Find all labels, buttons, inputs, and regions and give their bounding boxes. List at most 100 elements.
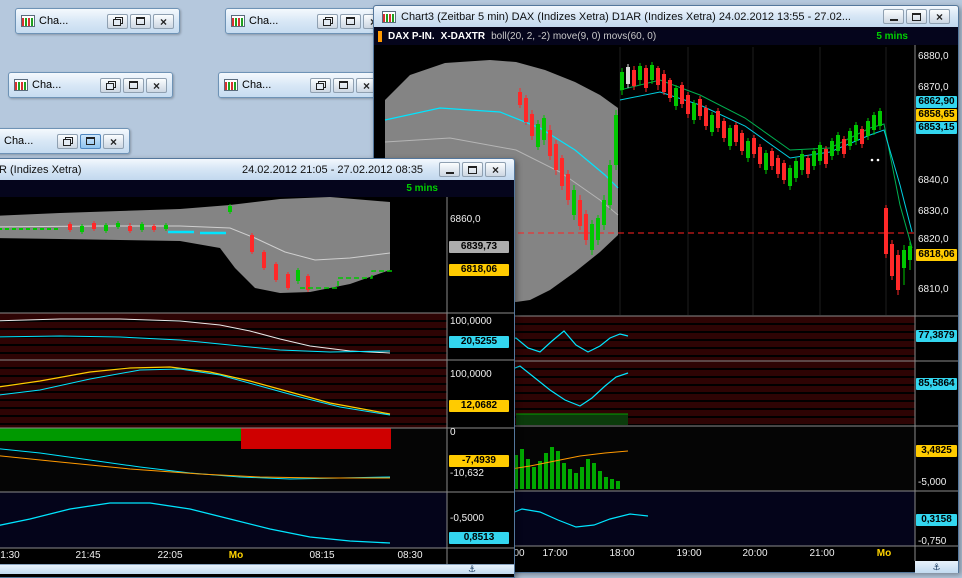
price-tick: 6870,0 xyxy=(918,81,949,94)
minimized-window[interactable]: Cha... xyxy=(225,8,390,34)
restore-icon xyxy=(63,137,73,146)
maximize-button[interactable] xyxy=(130,14,151,29)
window-controls xyxy=(57,134,124,149)
close-icon xyxy=(363,78,370,93)
restore-button[interactable] xyxy=(317,14,338,29)
scale-anchor-button[interactable] xyxy=(915,561,958,573)
maximize-button[interactable] xyxy=(340,14,361,29)
last-price-label: 6818,06 xyxy=(916,249,957,261)
titlebar[interactable]: Chart3 (Zeitbar 5 min) DAX (Indizes Xetr… xyxy=(374,6,958,27)
maximize-icon xyxy=(129,81,138,89)
maximize-button[interactable] xyxy=(906,9,927,24)
close-button[interactable] xyxy=(146,78,167,93)
time-label: Mo xyxy=(229,549,243,562)
indicator-value-label: 0,8513 xyxy=(449,532,509,544)
close-button[interactable] xyxy=(153,14,174,29)
series-marker-icon xyxy=(378,31,382,42)
indicator-value-label: 20,5255 xyxy=(449,336,509,348)
time-label: 20:00 xyxy=(742,547,767,560)
time-label: 21:45 xyxy=(75,549,100,562)
maximize-icon xyxy=(339,81,348,89)
maximize-button[interactable] xyxy=(462,162,483,177)
window-controls xyxy=(100,78,167,93)
maximize-button[interactable] xyxy=(80,134,101,149)
scale-tick: 100,0000 xyxy=(450,315,492,328)
scale-tick: -5,000 xyxy=(918,476,946,489)
scale-tick: -0,750 xyxy=(918,535,946,548)
window-controls xyxy=(439,162,506,177)
restore-icon xyxy=(323,17,333,26)
anchor-icon xyxy=(932,563,940,572)
chart-window-icon xyxy=(382,11,396,23)
window-controls xyxy=(883,9,950,24)
close-button[interactable] xyxy=(103,134,124,149)
time-label: 22:05 xyxy=(157,549,182,562)
time-label: 08:15 xyxy=(309,549,334,562)
window-title: Cha... xyxy=(242,79,306,91)
price-tick: 6810,0 xyxy=(918,283,949,296)
indicator-value-label: 0,3158 xyxy=(916,514,957,526)
maximize-icon xyxy=(346,17,355,25)
restore-icon xyxy=(316,81,326,90)
restore-icon xyxy=(106,81,116,90)
maximize-button[interactable] xyxy=(123,78,144,93)
window-title: Cha... xyxy=(32,79,96,91)
indicator-price-label: 6858,65 xyxy=(916,109,957,121)
chart2-window[interactable]: R (Indizes Xetra) 24.02.2012 21:05 - 27.… xyxy=(0,158,515,578)
series-label-xdaxtr[interactable]: X-DAXTR xyxy=(441,31,485,42)
time-label: 08:30 xyxy=(397,549,422,562)
scale-tick: 0 xyxy=(450,426,456,439)
chart-canvas xyxy=(0,197,514,577)
window-title: R (Indizes Xetra) xyxy=(0,164,237,176)
indicator-price-label: 6839,73 xyxy=(449,241,509,253)
close-button[interactable] xyxy=(485,162,506,177)
restore-button[interactable] xyxy=(57,134,78,149)
price-tick: 6840,0 xyxy=(918,174,949,187)
indicator-params-label[interactable]: boll(20, 2, -2) move(9, 0) movs(60, 0) xyxy=(491,31,656,42)
price-tick: 6820,0 xyxy=(918,233,949,246)
maximize-icon xyxy=(136,17,145,25)
indicator-price-label: 6862,90 xyxy=(916,96,957,108)
close-button[interactable] xyxy=(929,9,950,24)
restore-button[interactable] xyxy=(107,14,128,29)
time-label: 19:00 xyxy=(676,547,701,560)
close-icon xyxy=(110,134,117,149)
series-label-dax[interactable]: DAX P-IN. xyxy=(388,31,435,42)
minimize-button[interactable] xyxy=(883,9,904,24)
window-controls xyxy=(107,14,174,29)
chart-window-icon xyxy=(21,15,35,27)
chart-toolbar: 5 mins xyxy=(0,180,514,197)
indicator-value-label: 12,0682 xyxy=(449,400,509,412)
interval-label: 5 mins xyxy=(876,31,908,42)
chart-toolbar: DAX P-IN. X-DAXTR boll(20, 2, -2) move(9… xyxy=(374,27,958,45)
scale-tick: 100,0000 xyxy=(450,368,492,381)
window-title: Cha... xyxy=(4,135,53,147)
minimize-button[interactable] xyxy=(439,162,460,177)
chart-window-icon xyxy=(224,79,238,91)
maximize-icon xyxy=(86,137,95,145)
indicator-value-label: 3,4825 xyxy=(916,445,957,457)
restore-button[interactable] xyxy=(310,78,331,93)
close-icon xyxy=(492,162,499,177)
minimized-window[interactable]: Cha... xyxy=(0,128,130,154)
maximize-button[interactable] xyxy=(333,78,354,93)
minimize-icon xyxy=(890,19,898,21)
time-label: 21:00 xyxy=(809,547,834,560)
price-tick: 6880,0 xyxy=(918,50,949,63)
price-tick: 6830,0 xyxy=(918,205,949,218)
window-title: Chart3 (Zeitbar 5 min) DAX (Indizes Xetr… xyxy=(401,11,878,23)
time-label: 17:00 xyxy=(542,547,567,560)
maximize-icon xyxy=(912,13,921,21)
minimized-window[interactable]: Cha... xyxy=(218,72,383,98)
restore-icon xyxy=(113,17,123,26)
minimized-window[interactable]: Cha... xyxy=(15,8,180,34)
indicator-value-label: 77,3879 xyxy=(916,330,957,342)
minimized-window[interactable]: Cha... xyxy=(8,72,173,98)
indicator-price-label: 6853,15 xyxy=(916,122,957,134)
titlebar[interactable]: R (Indizes Xetra) 24.02.2012 21:05 - 27.… xyxy=(0,159,514,180)
chart-area[interactable]: 6860,06839,736818,06100,000020,5255100,0… xyxy=(0,197,514,577)
close-icon xyxy=(936,9,943,24)
window-title: Cha... xyxy=(249,15,313,27)
minimize-icon xyxy=(446,172,454,174)
restore-button[interactable] xyxy=(100,78,121,93)
